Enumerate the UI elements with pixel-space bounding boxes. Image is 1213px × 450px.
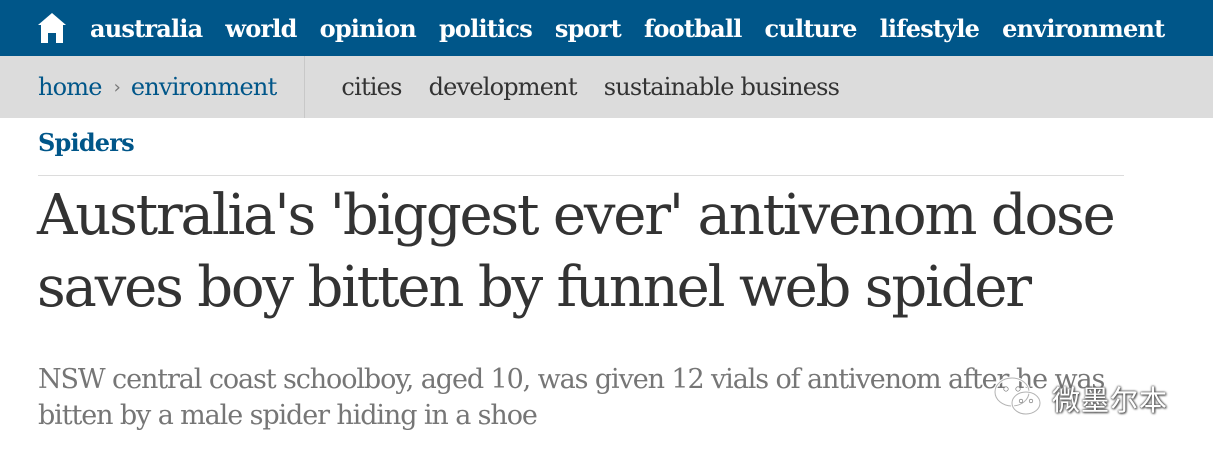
- subnav-link-development[interactable]: development: [429, 73, 578, 101]
- nav-culture[interactable]: culture: [765, 14, 858, 43]
- nav-sport[interactable]: sport: [555, 14, 622, 43]
- breadcrumb-home[interactable]: home: [38, 73, 102, 101]
- chevron-right-icon: ›: [113, 76, 121, 98]
- home-icon: [37, 12, 67, 44]
- nav-australia[interactable]: australia: [90, 14, 203, 43]
- nav-opinion[interactable]: opinion: [320, 14, 417, 43]
- nav-environment[interactable]: environment: [1002, 14, 1165, 43]
- top-navigation: australia world opinion politics sport f…: [0, 0, 1213, 56]
- article-standfirst: NSW central coast schoolboy, aged 10, wa…: [38, 364, 1105, 431]
- home-button[interactable]: [0, 0, 90, 56]
- nav-football[interactable]: football: [644, 14, 742, 43]
- article-headline: Australia's 'biggest ever' antivenom dos…: [37, 183, 1116, 320]
- wechat-icon: [992, 375, 1044, 423]
- sub-navigation: home › environment cities development su…: [0, 56, 1213, 118]
- watermark-text: 微墨尔本: [1052, 384, 1169, 417]
- breadcrumb-environment[interactable]: environment: [131, 73, 277, 101]
- watermark: 微墨尔本: [992, 374, 1168, 424]
- nav-lifestyle[interactable]: lifestyle: [880, 14, 980, 43]
- subnav-link-cities[interactable]: cities: [341, 73, 402, 101]
- nav-world[interactable]: world: [225, 14, 297, 43]
- divider: [38, 175, 1124, 176]
- subnav-link-sustainable-business[interactable]: sustainable business: [604, 73, 840, 101]
- section-label[interactable]: Spiders: [38, 128, 135, 157]
- nav-politics[interactable]: politics: [439, 14, 533, 43]
- breadcrumb: home › environment: [0, 56, 306, 118]
